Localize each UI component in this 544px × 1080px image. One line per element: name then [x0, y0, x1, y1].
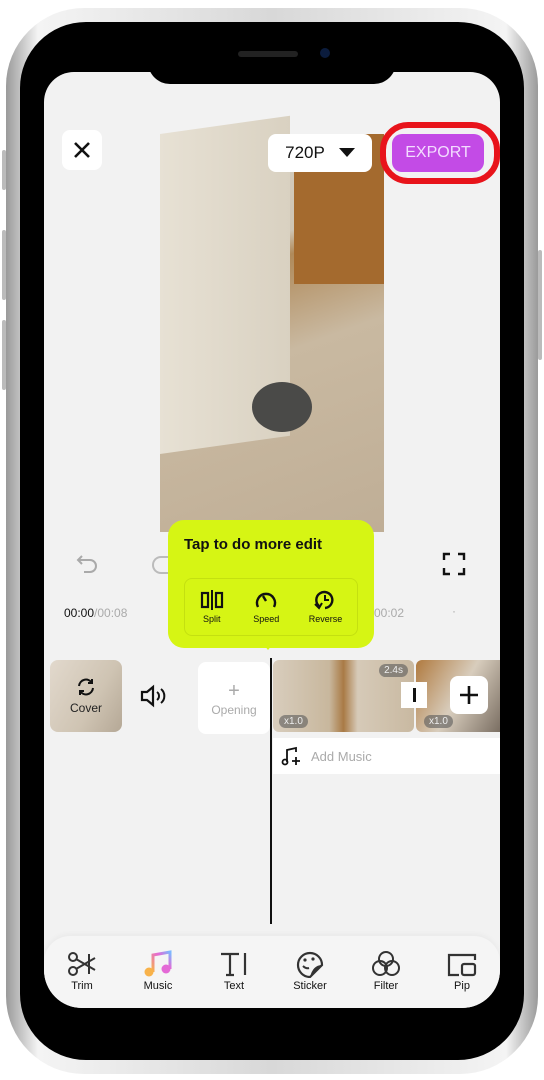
transition-button[interactable]: [401, 682, 427, 708]
sticker-icon: [296, 951, 324, 978]
add-clip-button[interactable]: [450, 676, 488, 714]
refresh-icon: [78, 678, 94, 696]
current-time: 00:00: [64, 606, 95, 620]
close-button[interactable]: [62, 130, 102, 170]
time-marker: 00:02: [374, 606, 405, 620]
tooltip-title: Tap to do more edit: [184, 536, 323, 553]
edit-tooltip[interactable]: Tap to do more edit Split Speed Reverse: [168, 520, 374, 650]
reverse-button[interactable]: Reverse: [308, 590, 343, 624]
speed-label: Speed: [253, 614, 280, 624]
pip-icon: [447, 953, 477, 977]
transition-icon: [412, 688, 416, 702]
reverse-icon: [314, 590, 334, 610]
split-icon: [200, 590, 223, 610]
tool-label: Music: [143, 980, 173, 992]
tool-label: Filter: [373, 980, 399, 992]
split-label: Split: [202, 614, 221, 624]
trim-icon: [68, 952, 96, 976]
camera: [320, 48, 330, 58]
clip-speed-badge: x1.0: [279, 715, 308, 728]
tool-label: Pip: [454, 980, 470, 992]
tooltip-actions: Split Speed Reverse: [184, 578, 358, 636]
cover-button[interactable]: Cover: [50, 660, 122, 732]
notch: [148, 60, 396, 84]
clip-speed-badge: x1.0: [424, 715, 453, 728]
close-icon: [74, 142, 90, 158]
playhead[interactable]: [270, 658, 272, 924]
reverse-label: Reverse: [308, 614, 343, 624]
opening-label: Opening: [211, 702, 257, 717]
video-clip-1[interactable]: x1.0 2.4s: [273, 660, 414, 732]
tool-label: Sticker: [293, 980, 327, 992]
tool-label: Trim: [71, 980, 93, 992]
add-music-track[interactable]: Add Music: [273, 738, 500, 774]
export-button[interactable]: EXPORT: [392, 134, 484, 172]
speaker: [238, 51, 298, 57]
clip-duration-badge: 2.4s: [379, 664, 408, 677]
resolution-dropdown[interactable]: 720P: [268, 134, 372, 172]
music-icon: [144, 950, 172, 977]
tool-pip[interactable]: Pip: [427, 936, 497, 1008]
playback-time: 00:00/00:08: [64, 606, 127, 620]
tool-sticker[interactable]: Sticker: [275, 936, 345, 1008]
volume-icon[interactable]: [140, 684, 168, 708]
tool-trim[interactable]: Trim: [47, 936, 117, 1008]
tool-text[interactable]: Text: [199, 936, 269, 1008]
plus-icon: +: [228, 679, 240, 702]
tool-music[interactable]: Music: [123, 936, 193, 1008]
app-screen: 720P EXPORT 00:00/00:08 00:02 · Tap to d…: [44, 72, 500, 1008]
undo-icon[interactable]: [76, 552, 100, 576]
speed-button[interactable]: Speed: [253, 590, 279, 624]
plus-icon: [460, 686, 478, 704]
total-time: /00:08: [94, 606, 128, 620]
time-marker-dot: ·: [452, 604, 456, 618]
bottom-toolbar: Trim Music Text Sticker Filter Pip: [44, 936, 500, 1008]
add-music-label: Add Music: [311, 748, 372, 764]
tool-label: Text: [223, 980, 245, 992]
filter-icon: [372, 951, 400, 976]
video-content: [252, 382, 312, 432]
caret-down-icon: [338, 148, 355, 157]
fullscreen-icon[interactable]: [442, 552, 466, 576]
cover-label: Cover: [69, 701, 102, 715]
add-opening-button[interactable]: + Opening: [198, 662, 270, 734]
music-add-icon: [281, 746, 300, 766]
resolution-value: 720P: [285, 143, 325, 162]
tool-filter[interactable]: Filter: [351, 936, 421, 1008]
text-icon: [221, 952, 247, 977]
speed-icon: [256, 592, 277, 608]
split-button[interactable]: Split: [200, 590, 224, 624]
